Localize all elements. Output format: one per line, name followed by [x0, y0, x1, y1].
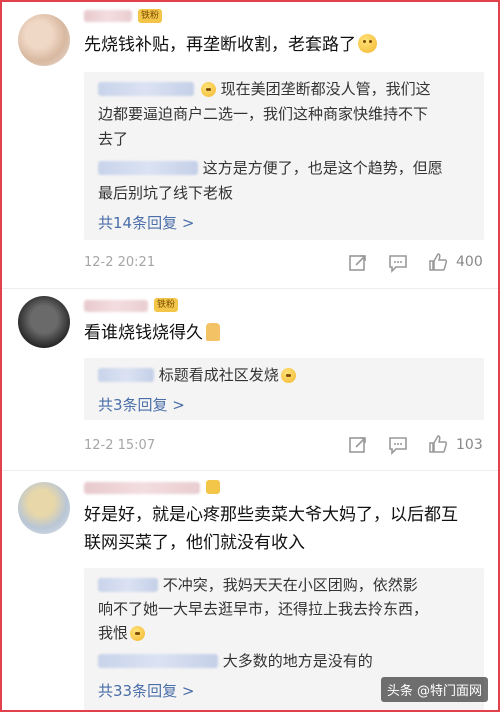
share-icon[interactable]	[348, 253, 368, 273]
like-icon[interactable]	[428, 252, 448, 272]
smile-emoji-icon	[200, 82, 216, 97]
like-count: 400	[456, 254, 483, 270]
source-watermark: 头条 @特门面网	[380, 677, 488, 702]
reply-2[interactable]: 大多数的地方是没有的	[98, 650, 373, 672]
divider	[0, 288, 500, 289]
reply-1[interactable]: 标题看成社区发烧	[98, 364, 296, 386]
reply-1-line3: 我恨	[98, 622, 146, 644]
reply-preview-box[interactable]: 现在美团垄断都没人管，我们这 边都要逼迫商户二选一，我们这种商家快维持不下 去了…	[84, 72, 484, 240]
comment-text-line: 看谁烧钱烧得久	[84, 323, 203, 343]
reply-1[interactable]: 不冲突，我妈天天在小区团购，依然影	[98, 574, 418, 596]
comment-text-line: 先烧钱补贴，再垄断收割，老套路了	[84, 35, 356, 55]
reply-1[interactable]: 现在美团垄断都没人管，我们这	[98, 78, 431, 100]
smile-emoji-icon	[358, 34, 377, 53]
reply-username-blurred	[98, 368, 154, 382]
reply-1-line2: 响不了她一大早去逛早市，还得拉上我去拎东西，	[98, 600, 429, 618]
share-icon[interactable]	[348, 435, 368, 455]
fan-badge: 铁粉	[154, 298, 179, 312]
reply-username-blurred	[98, 161, 198, 175]
like-count: 103	[456, 437, 483, 453]
divider	[0, 470, 500, 471]
reply-2[interactable]: 这方是方便了，也是这个趋势，但愿	[98, 157, 443, 179]
comment-text: 看谁烧钱烧得久	[84, 320, 220, 347]
more-replies-link[interactable]: 共3条回复 >	[98, 394, 185, 415]
comment-2: 铁粉 看谁烧钱烧得久 标题看成社区发烧 共3条回复 > 12-2 15:07 1…	[0, 290, 500, 460]
username-blurred[interactable]	[84, 10, 132, 22]
comment-text-line1: 好是好，就是心疼那些卖菜大爷大妈了，以后都互	[84, 505, 458, 525]
fan-badge: 铁粉	[138, 9, 163, 23]
avatar[interactable]	[18, 14, 70, 66]
reply-username-blurred	[98, 654, 218, 668]
avatar[interactable]	[18, 296, 70, 348]
comment-time: 12-2 20:21	[84, 255, 156, 270]
reply-1-line2: 边都要逼迫商户二选一，我们这种商家快维持不下	[98, 105, 429, 123]
reply-username-blurred	[98, 82, 194, 96]
username-blurred[interactable]	[84, 300, 148, 312]
reply-1-line3: 去了	[98, 130, 129, 148]
comment-3: 好是好，就是心疼那些卖菜大爷大妈了，以后都互 联网买菜了，他们就没有收入 不冲突…	[0, 472, 500, 712]
fan-badge	[206, 480, 220, 494]
username-blurred[interactable]	[84, 482, 200, 494]
reply-username-blurred	[98, 578, 158, 592]
more-replies-link[interactable]: 共33条回复 >	[98, 680, 194, 701]
thumbs-up-emoji-icon	[206, 323, 220, 341]
more-replies-link[interactable]: 共14条回复 >	[98, 212, 194, 233]
reply-preview-box[interactable]: 标题看成社区发烧 共3条回复 >	[84, 358, 484, 420]
comment-text: 先烧钱补贴，再垄断收割，老套路了	[84, 32, 377, 59]
reply-2-line2: 最后别坑了线下老板	[98, 184, 234, 202]
grin-emoji-icon	[280, 368, 296, 383]
comment-time: 12-2 15:07	[84, 438, 156, 453]
comment-icon[interactable]	[388, 435, 408, 455]
avatar[interactable]	[18, 482, 70, 534]
like-icon[interactable]	[428, 434, 448, 454]
comment-text-line2: 联网买菜了，他们就没有收入	[84, 533, 305, 553]
comment-1: 铁粉 先烧钱补贴，再垄断收割，老套路了 现在美团垄断都没人管，我们这 边都要逼迫…	[0, 0, 500, 285]
comment-icon[interactable]	[388, 253, 408, 273]
smile-emoji-icon	[130, 626, 146, 641]
